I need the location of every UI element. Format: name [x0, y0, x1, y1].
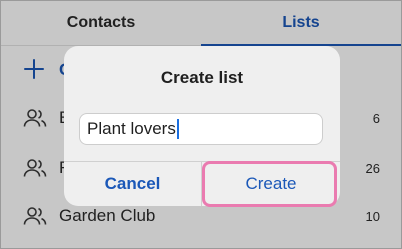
- cancel-button[interactable]: Cancel: [64, 162, 201, 206]
- app-window: Contacts Lists C E 6 F 26: [0, 0, 402, 249]
- list-name-input-value: Plant lovers: [87, 119, 176, 138]
- text-caret: [176, 119, 179, 139]
- dialog-title: Create list: [160, 68, 244, 87]
- create-button[interactable]: Create: [202, 162, 340, 206]
- create-list-dialog: Create list Plant lovers Cancel Create: [64, 46, 340, 206]
- list-name-input[interactable]: Plant lovers: [79, 113, 323, 145]
